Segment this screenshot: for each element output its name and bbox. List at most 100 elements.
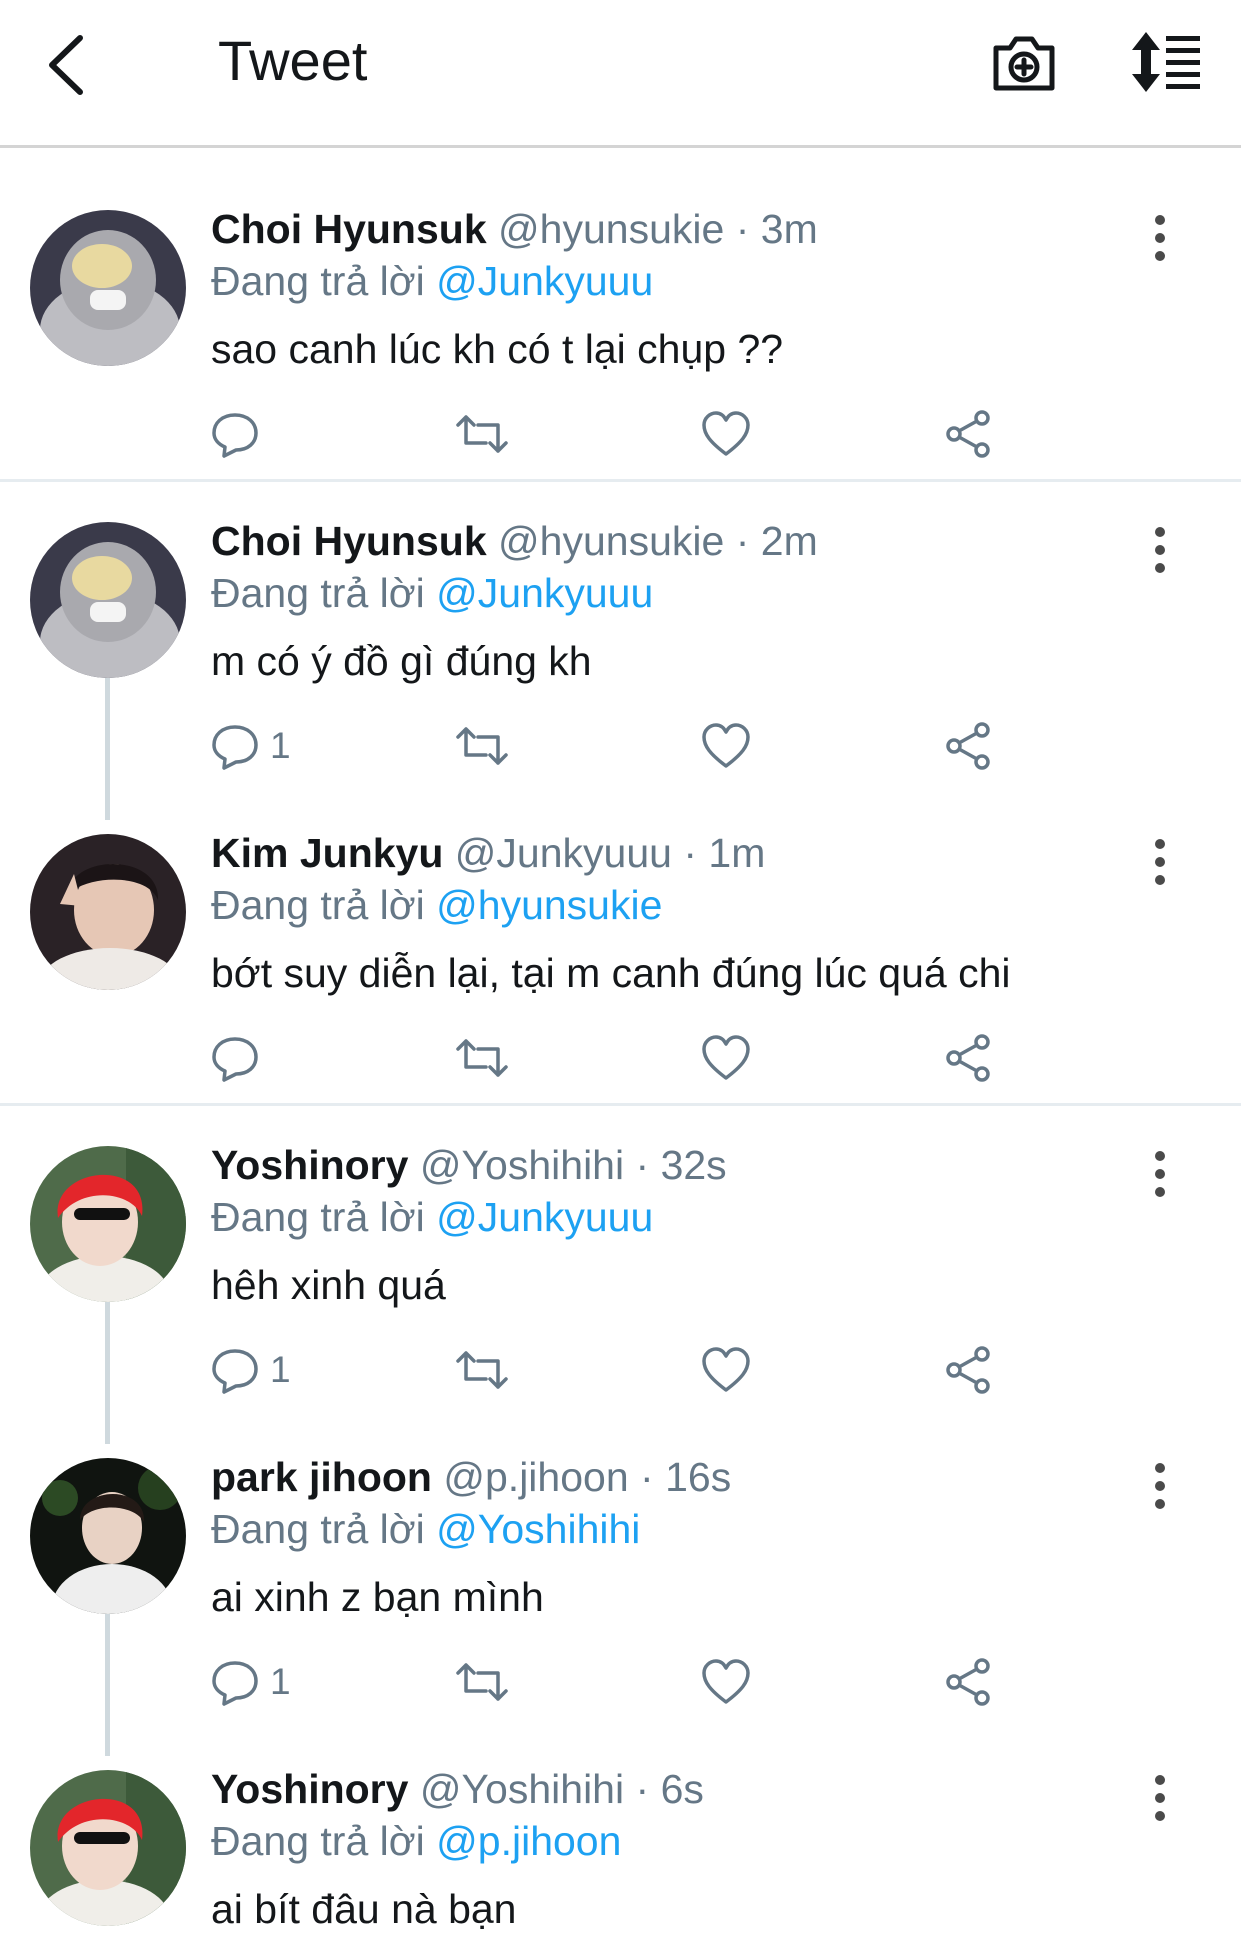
share-button[interactable] (942, 1654, 994, 1710)
more-options-button[interactable] (1140, 1770, 1180, 1826)
comment-icon (212, 1661, 258, 1706)
tweet-card[interactable]: park jihoon @p.jihoon · 16s Đang trả lời… (0, 1418, 1241, 1730)
avatar[interactable] (30, 834, 186, 990)
share-button[interactable] (942, 1030, 994, 1086)
reply-count: 1 (270, 1661, 291, 1702)
more-options-button[interactable] (1140, 210, 1180, 266)
like-button[interactable] (700, 1342, 752, 1398)
tweet-time: 6s (660, 1766, 704, 1812)
avatar[interactable] (30, 522, 186, 678)
reply-count: 1 (270, 725, 291, 766)
reply-mention[interactable]: @Junkyuuu (436, 1194, 653, 1240)
display-name[interactable]: park jihoon (211, 1454, 432, 1500)
avatar[interactable] (30, 1146, 186, 1302)
display-name[interactable]: Yoshinory (211, 1766, 408, 1812)
avatar[interactable] (30, 1770, 186, 1926)
display-name[interactable]: Choi Hyunsuk (211, 206, 487, 252)
more-options-button[interactable] (1140, 522, 1180, 578)
reply-button[interactable]: 1 (210, 1342, 291, 1398)
display-name[interactable]: Kim Junkyu (211, 830, 443, 876)
heart-icon (702, 1659, 750, 1704)
user-handle[interactable]: @p.jihoon (443, 1454, 628, 1500)
reply-button[interactable] (210, 406, 270, 462)
tweet-header: Choi Hyunsuk @hyunsukie · 2m (211, 518, 818, 564)
retweet-button[interactable] (454, 406, 510, 462)
tweet-time: 2m (760, 518, 818, 564)
display-name[interactable]: Yoshinory (211, 1142, 408, 1188)
like-button[interactable] (700, 718, 752, 774)
share-icon (946, 1346, 990, 1394)
tweet-text: m có ý đồ gì đúng kh (211, 638, 592, 684)
reply-mention[interactable]: @Junkyuuu (436, 258, 653, 304)
avatar[interactable] (30, 1458, 186, 1614)
back-button[interactable] (40, 30, 100, 100)
display-name[interactable]: Choi Hyunsuk (211, 518, 487, 564)
avatar[interactable] (30, 210, 186, 366)
share-button[interactable] (942, 406, 994, 462)
more-options-button[interactable] (1140, 834, 1180, 890)
retweet-button[interactable] (454, 1654, 510, 1710)
reply-prefix: Đang trả lời (211, 1818, 425, 1864)
tweet-actions (210, 1030, 1010, 1090)
share-icon (946, 1034, 990, 1082)
tweet-header: Yoshinory @Yoshihihi · 6s (211, 1766, 704, 1812)
tweet-card[interactable]: Choi Hyunsuk @hyunsukie · 2m Đang trả lờ… (0, 482, 1241, 794)
more-options-button[interactable] (1140, 1458, 1180, 1514)
reply-context: Đang trả lời @Junkyuuu (211, 1194, 653, 1241)
reply-button[interactable]: 1 (210, 1654, 291, 1710)
reply-prefix: Đang trả lời (211, 570, 425, 616)
user-handle[interactable]: @Yoshihihi (420, 1142, 624, 1188)
tweet-actions: 1 (210, 1654, 1010, 1714)
tweet-time: 3m (760, 206, 818, 252)
retweet-button[interactable] (454, 1342, 510, 1398)
user-handle[interactable]: @Junkyuuu (455, 830, 672, 876)
reply-button[interactable] (210, 1030, 270, 1086)
share-icon (946, 410, 990, 458)
reply-mention[interactable]: @p.jihoon (436, 1818, 621, 1864)
retweet-button[interactable] (454, 718, 510, 774)
tweet-text: hêh xinh quá (211, 1262, 446, 1308)
reply-mention[interactable]: @Yoshihihi (436, 1506, 640, 1552)
tweet-text: bớt suy diễn lại, tại m canh đúng lúc qu… (211, 950, 1011, 996)
tweet-actions: 1 (210, 718, 1010, 778)
tweet-actions (210, 406, 1010, 466)
tweet-card[interactable]: Choi Hyunsuk @hyunsukie · 3m Đang trả lờ… (0, 170, 1241, 482)
like-button[interactable] (700, 1030, 752, 1086)
top-bar: Tweet (0, 0, 1241, 148)
user-handle[interactable]: @Yoshihihi (420, 1766, 624, 1812)
tweet-card[interactable]: Kim Junkyu @Junkyuuu · 1m Đang trả lời @… (0, 794, 1241, 1106)
comment-icon (212, 1349, 258, 1394)
user-handle[interactable]: @hyunsukie (498, 518, 724, 564)
tweet-time: 16s (665, 1454, 732, 1500)
like-button[interactable] (700, 1654, 752, 1710)
share-icon (946, 722, 990, 770)
retweet-icon (456, 1663, 508, 1701)
tweet-header: park jihoon @p.jihoon · 16s (211, 1454, 732, 1500)
tweet-time: 1m (708, 830, 766, 876)
more-vertical-icon (1155, 1463, 1165, 1509)
more-vertical-icon (1155, 527, 1165, 573)
tweet-time: 32s (660, 1142, 727, 1188)
more-options-button[interactable] (1140, 1146, 1180, 1202)
share-button[interactable] (942, 718, 994, 774)
reply-context: Đang trả lời @Yoshihihi (211, 1506, 640, 1553)
like-button[interactable] (700, 406, 752, 462)
tweet-card[interactable]: Yoshinory @Yoshihihi · 6s Đang trả lời @… (0, 1730, 1241, 1932)
sort-button[interactable] (1130, 30, 1204, 94)
heart-icon (702, 723, 750, 768)
user-handle[interactable]: @hyunsukie (498, 206, 724, 252)
heart-icon (702, 1035, 750, 1080)
reply-prefix: Đang trả lời (211, 1194, 425, 1240)
tweet-text: sao canh lúc kh có t lại chụp ?? (211, 326, 784, 372)
heart-icon (702, 411, 750, 456)
retweet-icon (456, 1351, 508, 1389)
comment-icon (212, 413, 258, 458)
reply-context: Đang trả lời @Junkyuuu (211, 570, 653, 617)
reply-mention[interactable]: @Junkyuuu (436, 570, 653, 616)
tweet-card[interactable]: Yoshinory @Yoshihihi · 32s Đang trả lời … (0, 1106, 1241, 1418)
camera-button[interactable] (990, 30, 1058, 94)
reply-mention[interactable]: @hyunsukie (436, 882, 662, 928)
reply-button[interactable]: 1 (210, 718, 291, 774)
share-button[interactable] (942, 1342, 994, 1398)
retweet-button[interactable] (454, 1030, 510, 1086)
